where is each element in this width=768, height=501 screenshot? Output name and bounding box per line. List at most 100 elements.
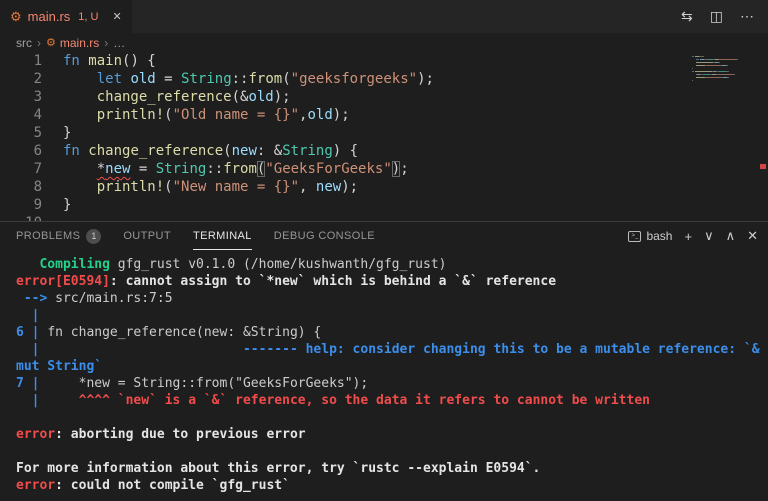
panel-tabs: PROBLEMS 1 OUTPUT TERMINAL DEBUG CONSOLE xyxy=(16,222,375,250)
minimap-token xyxy=(726,77,729,78)
panel-tab-debug-console[interactable]: DEBUG CONSOLE xyxy=(274,222,375,250)
terminal[interactable]: Compiling gfg_rust v0.1.0 (/home/kushwan… xyxy=(0,250,768,494)
line-number[interactable]: 4 xyxy=(0,106,42,124)
more-actions-icon[interactable]: ⋯ xyxy=(740,8,754,25)
code-token: : & xyxy=(256,143,283,159)
terminal-token: 6 | xyxy=(16,325,48,340)
line-number[interactable]: 1 xyxy=(0,52,42,70)
code-token: :: xyxy=(206,161,224,177)
terminal-token: *new = String::from("GeeksForGeeks"); xyxy=(47,376,369,391)
terminal-token: --> xyxy=(16,291,56,306)
code-token: ( xyxy=(223,143,232,159)
terminal-line: | xyxy=(16,307,768,324)
minimap-token xyxy=(692,68,694,69)
code-token: String xyxy=(282,143,333,159)
code-text: } xyxy=(42,124,71,142)
panel-tab-output[interactable]: OUTPUT xyxy=(123,222,171,250)
line-number[interactable]: 6 xyxy=(0,142,42,160)
breadcrumb: src › ⚙ main.rs ›… xyxy=(0,33,768,52)
line-number[interactable]: 3 xyxy=(0,88,42,106)
terminal-line: error: could not compile `gfg_rust` xyxy=(16,477,768,494)
close-tab-icon[interactable]: ✕ xyxy=(112,10,121,23)
line-number[interactable]: 2 xyxy=(0,70,42,88)
minimap-token xyxy=(717,74,733,75)
code-token: let xyxy=(96,71,123,87)
code-text: fn main() { xyxy=(42,52,156,70)
code-token: , xyxy=(299,179,316,195)
code-token: from xyxy=(248,71,283,87)
editor-tab-main-rs[interactable]: ⚙ main.rs 1, U ✕ xyxy=(0,0,132,33)
terminal-token: gfg_rust v0.1.0 (/home/kushwanth/gfg_rus… xyxy=(109,257,447,272)
code-line[interactable]: 9} xyxy=(0,196,768,214)
terminal-token: 7 | xyxy=(16,376,48,391)
minimap-token xyxy=(705,77,722,78)
minimap-token xyxy=(733,74,735,75)
code-token: "Old name = {}" xyxy=(172,107,300,123)
terminal-token: error xyxy=(16,427,56,442)
minimap-row xyxy=(692,81,756,84)
breadcrumb-label: src xyxy=(16,35,32,50)
code-token: ) { xyxy=(332,143,359,159)
terminal-token: | xyxy=(16,308,40,323)
code-token: old xyxy=(248,89,274,105)
minimap-token xyxy=(736,59,739,60)
terminal-token: : cannot assign to `*new` which is behin… xyxy=(109,274,557,289)
chevron-down-icon[interactable]: ∨ xyxy=(704,228,714,244)
code-text: println!("New name = {}", new); xyxy=(42,178,358,196)
open-changes-icon[interactable]: ⇆ xyxy=(681,8,693,25)
code-line[interactable]: 8 println!("New name = {}", new); xyxy=(0,178,768,196)
code-token: ) xyxy=(391,161,401,177)
maximize-panel-icon[interactable]: ∧ xyxy=(726,228,736,244)
terminal-token: Compiling xyxy=(16,257,110,272)
code-token: ); xyxy=(341,179,359,195)
line-number[interactable]: 5 xyxy=(0,124,42,142)
panel-tab-problems[interactable]: PROBLEMS 1 xyxy=(16,222,102,250)
code-token: main xyxy=(88,53,123,69)
code-token: old xyxy=(130,71,156,87)
code-token: * xyxy=(96,161,106,177)
minimap-token xyxy=(705,65,722,66)
close-panel-icon[interactable]: ✕ xyxy=(747,228,758,244)
code-line[interactable]: 3 change_reference(&old); xyxy=(0,88,768,106)
breadcrumb-item[interactable]: ⚙ main.rs xyxy=(46,36,99,50)
line-number[interactable]: 7 xyxy=(0,160,42,178)
terminal-shell-selector[interactable]: >_ bash xyxy=(628,229,672,243)
minimap[interactable] xyxy=(692,54,756,84)
terminal-line: error: aborting due to previous error xyxy=(16,426,768,443)
problems-count-badge: 1 xyxy=(86,228,102,244)
panel-tab-terminal[interactable]: TERMINAL xyxy=(193,222,252,250)
line-number[interactable]: 8 xyxy=(0,178,42,196)
split-editor-icon[interactable]: ◫ xyxy=(710,8,723,25)
panel-tab-label: PROBLEMS xyxy=(16,230,81,242)
breadcrumb-separator: › xyxy=(37,35,41,50)
code-line[interactable]: 5} xyxy=(0,124,768,142)
code-token: :: xyxy=(231,71,249,87)
bottom-panel: PROBLEMS 1 OUTPUT TERMINAL DEBUG CONSOLE >_ … xyxy=(0,221,768,501)
terminal-token: | xyxy=(16,393,40,408)
rust-file-icon: ⚙ xyxy=(10,9,22,24)
code-line[interactable]: 1 fn main() { xyxy=(0,52,768,70)
new-terminal-icon[interactable]: + xyxy=(684,229,692,244)
breadcrumb-item[interactable]: … xyxy=(113,36,125,50)
code-token: "New name = {}" xyxy=(172,179,300,195)
line-number[interactable]: 9 xyxy=(0,196,42,214)
minimap-token xyxy=(696,77,705,78)
code-line[interactable]: 7 *new = String::from("GeeksForGeeks"); xyxy=(0,160,768,178)
code-editor[interactable]: 1 fn main() {2 let old = String::from("ge… xyxy=(0,52,768,221)
terminal-token: error xyxy=(16,478,56,493)
minimap-token xyxy=(725,71,729,72)
code-token: from xyxy=(223,161,257,177)
line-number[interactable]: 10 xyxy=(0,214,42,221)
code-line[interactable]: 2 let old = String::from("geeksforgeeks"… xyxy=(0,70,768,88)
code-line[interactable]: 10 xyxy=(0,214,768,221)
code-token: } xyxy=(63,125,72,141)
code-line[interactable]: 4 println!("Old name = {}",old); xyxy=(0,106,768,124)
code-token: = xyxy=(155,71,182,87)
terminal-line: | ------- help: consider changing this t… xyxy=(16,341,768,358)
code-line[interactable]: 6 fn change_reference(new: &String) { xyxy=(0,142,768,160)
breadcrumb-item[interactable]: src xyxy=(16,36,32,50)
